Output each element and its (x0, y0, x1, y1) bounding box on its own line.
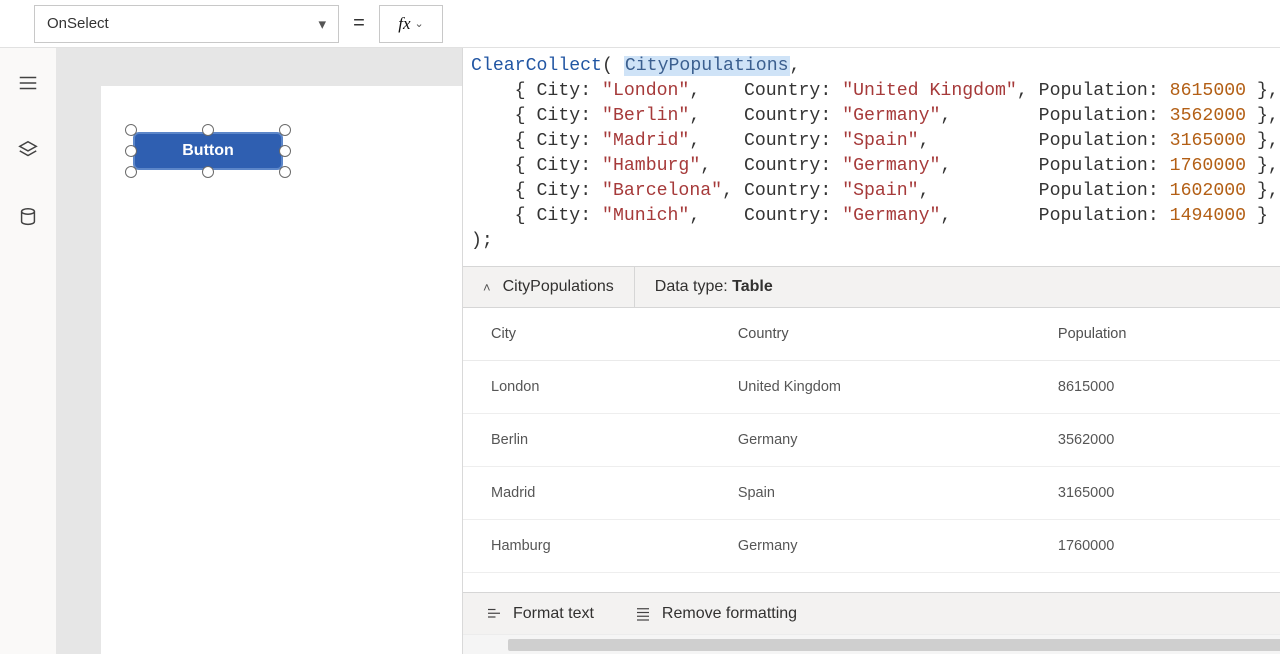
result-collection-name: CityPopulations (503, 278, 614, 296)
formula-footer: Format text Remove formatting (463, 592, 1280, 634)
horizontal-scrollbar[interactable] (463, 634, 1280, 654)
table-cell: United Kingdom (722, 361, 1042, 414)
resize-handle[interactable] (279, 145, 291, 157)
button-control[interactable]: Button (133, 132, 283, 170)
resize-handle[interactable] (202, 124, 214, 136)
table-cell: Spain (722, 573, 1042, 593)
format-text-icon (485, 605, 503, 623)
table-cell: 3165000 (1042, 467, 1280, 520)
data-type-value: Table (732, 278, 773, 295)
table-cell: 3562000 (1042, 414, 1280, 467)
table-column-header[interactable]: Population (1042, 308, 1280, 361)
fx-button[interactable]: fx ⌄ (379, 5, 443, 43)
table-cell: London (463, 361, 722, 414)
format-text-button[interactable]: Format text (485, 605, 594, 623)
selected-button-control[interactable]: Button (129, 128, 287, 174)
resize-handle[interactable] (279, 166, 291, 178)
formula-bar: OnSelect ▾ = fx ⌄ (0, 0, 1280, 48)
resize-handle[interactable] (125, 166, 137, 178)
table-row[interactable]: BerlinGermany3562000 (463, 414, 1280, 467)
screen-canvas[interactable]: Button (101, 86, 462, 654)
remove-formatting-icon (634, 605, 652, 623)
database-icon[interactable] (17, 206, 39, 233)
remove-formatting-label: Remove formatting (662, 605, 797, 623)
table-cell: Berlin (463, 414, 722, 467)
scrollbar-thumb[interactable] (508, 639, 1280, 651)
button-label: Button (182, 142, 234, 160)
table-row[interactable]: BarcelonaSpain1602000 (463, 573, 1280, 593)
table-cell: Madrid (463, 467, 722, 520)
canvas-area[interactable]: Button (57, 48, 462, 654)
resize-handle[interactable] (125, 124, 137, 136)
table-column-header[interactable]: City (463, 308, 722, 361)
table-cell: 8615000 (1042, 361, 1280, 414)
format-text-label: Format text (513, 605, 594, 623)
table-header-row: CityCountryPopulation (463, 308, 1280, 361)
result-table-container[interactable]: CityCountryPopulation LondonUnited Kingd… (463, 308, 1280, 592)
chevron-up-icon: ˄ (483, 280, 491, 295)
table-row[interactable]: LondonUnited Kingdom8615000 (463, 361, 1280, 414)
result-data-type: Data type: Table (635, 278, 793, 296)
table-cell: Spain (722, 467, 1042, 520)
resize-handle[interactable] (202, 166, 214, 178)
table-cell: Hamburg (463, 520, 722, 573)
formula-editor[interactable]: ClearCollect( CityPopulations, { City: "… (463, 48, 1280, 266)
table-row[interactable]: MadridSpain3165000 (463, 467, 1280, 520)
hamburger-icon[interactable] (17, 72, 39, 99)
property-dropdown-value: OnSelect (47, 15, 109, 32)
formula-panel: ClearCollect( CityPopulations, { City: "… (462, 48, 1280, 654)
layers-icon[interactable] (17, 139, 39, 166)
fx-label: fx (398, 14, 410, 34)
result-table: CityCountryPopulation LondonUnited Kingd… (463, 308, 1280, 592)
resize-handle[interactable] (279, 124, 291, 136)
table-cell: 1760000 (1042, 520, 1280, 573)
remove-formatting-button[interactable]: Remove formatting (634, 605, 797, 623)
table-row[interactable]: HamburgGermany1760000 (463, 520, 1280, 573)
table-cell: 1602000 (1042, 573, 1280, 593)
data-type-label: Data type: (655, 278, 732, 295)
chevron-down-icon: ⌄ (415, 17, 424, 30)
table-cell: Germany (722, 414, 1042, 467)
result-collection-toggle[interactable]: ˄ CityPopulations (463, 267, 635, 307)
table-column-header[interactable]: Country (722, 308, 1042, 361)
table-cell: Germany (722, 520, 1042, 573)
property-dropdown[interactable]: OnSelect ▾ (34, 5, 339, 43)
equals-label: = (339, 12, 379, 35)
chevron-down-icon: ▾ (318, 15, 326, 33)
resize-handle[interactable] (125, 145, 137, 157)
table-cell: Barcelona (463, 573, 722, 593)
result-header: ˄ CityPopulations Data type: Table (463, 266, 1280, 308)
left-rail (0, 48, 57, 654)
